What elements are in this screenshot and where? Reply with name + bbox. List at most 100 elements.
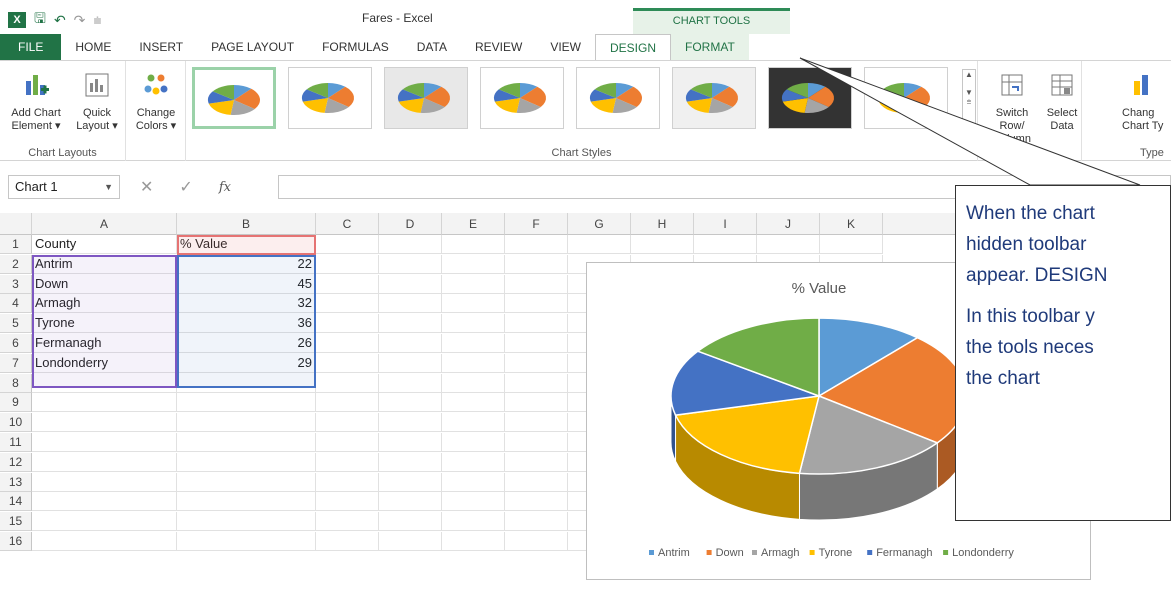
cell-b15[interactable] [177,512,316,532]
cell-b3[interactable]: 45 [177,274,316,294]
chart-style-thumb[interactable] [864,67,948,129]
row-header[interactable]: 3 [0,274,32,294]
chart-legend[interactable]: Antrim Down Armagh Tyrone Fermanagh Londonder… [649,547,1014,559]
row-header[interactable]: 4 [0,294,32,314]
cell-d16[interactable] [379,532,442,551]
cancel-icon[interactable]: ✕ [140,177,153,197]
tab-data[interactable]: DATA [403,34,461,60]
cell-e16[interactable] [442,532,505,551]
cell-f10[interactable] [505,413,568,433]
cell-f2[interactable] [505,254,568,274]
cell-e5[interactable] [442,314,505,334]
cell-b1[interactable]: % Value [177,235,316,254]
cell-e4[interactable] [442,294,505,314]
cell-a2[interactable]: Antrim [32,254,177,274]
cell-d1[interactable] [379,235,442,254]
cell-a12[interactable] [32,452,177,472]
cell-e8[interactable] [442,373,505,393]
column-header[interactable]: C [316,213,379,235]
row-header[interactable]: 14 [0,492,32,512]
cell-e15[interactable] [442,512,505,532]
cell-b9[interactable] [177,393,316,413]
cell-d10[interactable] [379,413,442,433]
cell-a15[interactable] [32,512,177,532]
switch-row-column-button[interactable]: Switch Row/ Column [984,71,1040,146]
cell-d5[interactable] [379,314,442,334]
cell-d15[interactable] [379,512,442,532]
cell-f9[interactable] [505,393,568,413]
cell-a9[interactable] [32,393,177,413]
cell-d14[interactable] [379,492,442,512]
row-header[interactable]: 7 [0,353,32,373]
chart-style-thumb[interactable] [288,67,372,129]
cell-d12[interactable] [379,452,442,472]
column-header[interactable]: B [177,213,316,235]
enter-icon[interactable]: ✓ [179,177,192,197]
cell-f5[interactable] [505,314,568,334]
tab-design[interactable]: DESIGN [595,34,672,60]
cell-a16[interactable] [32,532,177,551]
name-box[interactable]: Chart 1 ▼ [8,175,120,199]
cell-c13[interactable] [316,472,379,492]
cell-b5[interactable]: 36 [177,314,316,334]
cell-h1[interactable] [631,235,694,254]
cell-c7[interactable] [316,353,379,373]
cell-e7[interactable] [442,353,505,373]
cell-e11[interactable] [442,433,505,452]
change-colors-button[interactable]: Change Colors ▾ [128,71,184,133]
cell-e13[interactable] [442,472,505,492]
chart-style-thumb[interactable] [192,67,276,129]
row-header[interactable]: 15 [0,512,32,532]
cell-c10[interactable] [316,413,379,433]
cell-c9[interactable] [316,393,379,413]
cell-e10[interactable] [442,413,505,433]
cell-f6[interactable] [505,334,568,353]
gallery-scroll[interactable]: ▲ ▼ ⩧ [962,69,976,129]
insert-function-icon[interactable]: fx [219,180,231,195]
cell-f12[interactable] [505,452,568,472]
cell-f13[interactable] [505,472,568,492]
cell-c1[interactable] [316,235,379,254]
cell-d2[interactable] [379,254,442,274]
tab-page-layout[interactable]: PAGE LAYOUT [197,34,308,60]
cell-b16[interactable] [177,532,316,551]
tab-formulas[interactable]: FORMULAS [308,34,403,60]
cell-f4[interactable] [505,294,568,314]
cell-c16[interactable] [316,532,379,551]
cell-e2[interactable] [442,254,505,274]
cell-d9[interactable] [379,393,442,413]
cell-a10[interactable] [32,413,177,433]
redo-icon[interactable]: ↷ [74,12,86,29]
select-data-button[interactable]: Select Data [1044,71,1080,133]
customize-qat-icon[interactable]: ⩧ [93,12,101,29]
row-header[interactable]: 10 [0,413,32,433]
chart-style-thumb[interactable] [768,67,852,129]
cell-a11[interactable] [32,433,177,452]
cell-c12[interactable] [316,452,379,472]
cell-b13[interactable] [177,472,316,492]
cell-f14[interactable] [505,492,568,512]
cell-c3[interactable] [316,274,379,294]
change-chart-type-button[interactable]: Chang Chart Ty [1122,71,1171,133]
cell-d13[interactable] [379,472,442,492]
cell-f16[interactable] [505,532,568,551]
chart-style-thumb[interactable] [384,67,468,129]
row-header[interactable]: 9 [0,393,32,413]
cell-e12[interactable] [442,452,505,472]
cell-a13[interactable] [32,472,177,492]
column-header[interactable]: I [694,213,757,235]
cell-a3[interactable]: Down [32,274,177,294]
cell-d11[interactable] [379,433,442,452]
row-header[interactable]: 5 [0,314,32,334]
row-header[interactable]: 1 [0,235,32,254]
cell-b4[interactable]: 32 [177,294,316,314]
cell-f15[interactable] [505,512,568,532]
chart-style-thumb[interactable] [672,67,756,129]
undo-icon[interactable]: ↶ [54,12,66,29]
cell-k1[interactable] [820,235,883,254]
cell-d8[interactable] [379,373,442,393]
cell-f11[interactable] [505,433,568,452]
cell-d4[interactable] [379,294,442,314]
cell-a8[interactable] [32,373,177,393]
column-header[interactable]: H [631,213,694,235]
